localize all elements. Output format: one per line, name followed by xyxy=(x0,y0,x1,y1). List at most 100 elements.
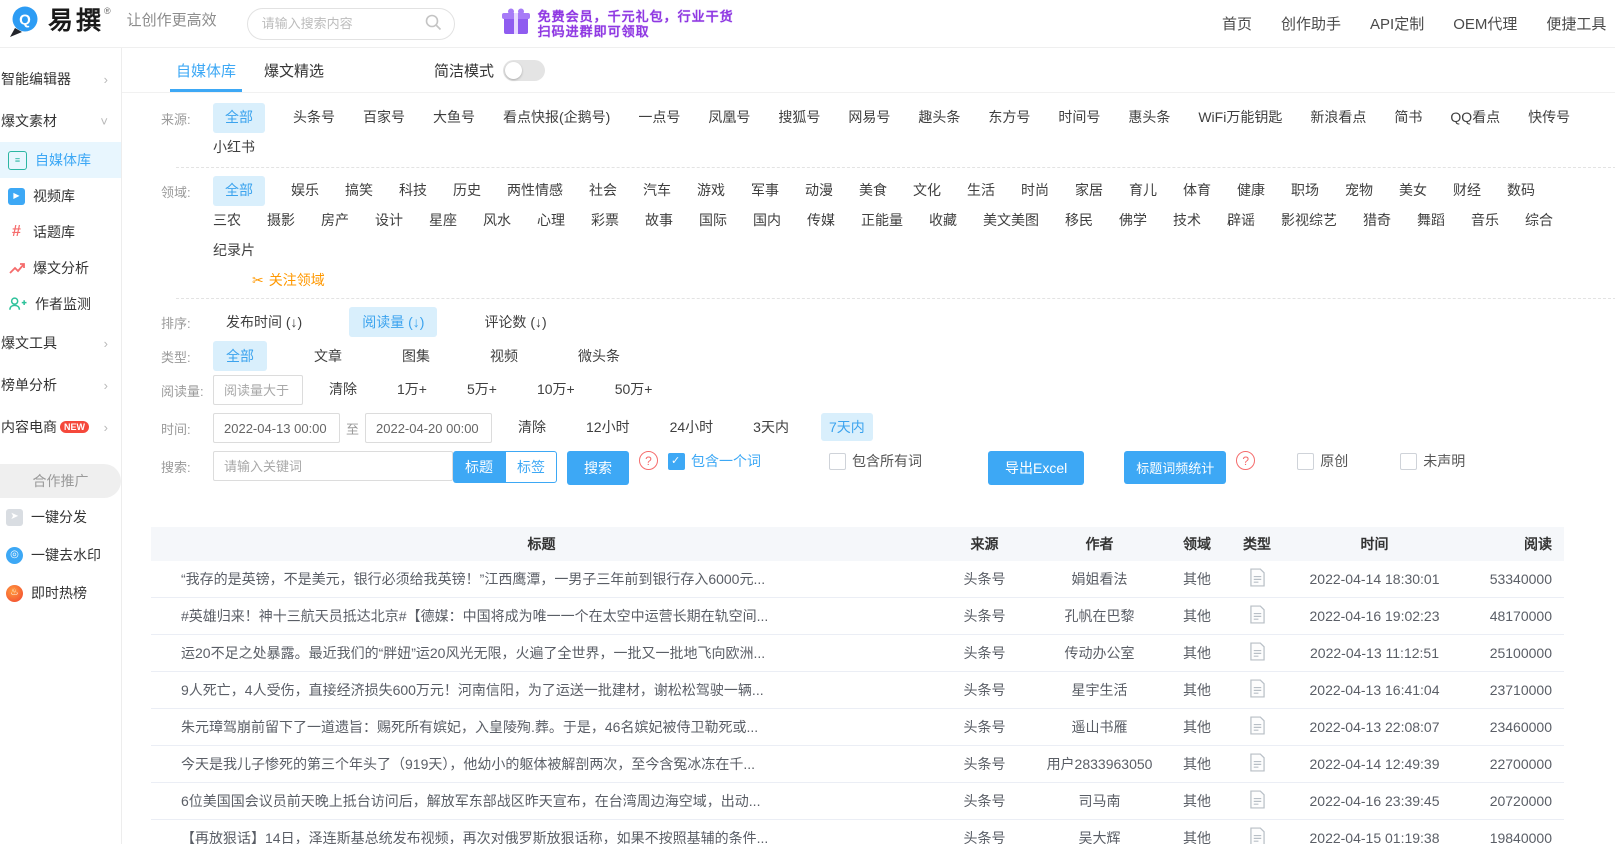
domain-option[interactable]: 国内 xyxy=(753,206,781,236)
domain-option[interactable]: 三农 xyxy=(213,206,241,236)
table-row[interactable]: 6位美国国会议员前天晚上抵台访问后，解放军东部战区昨天宣布，在台湾周边海空域，出… xyxy=(151,783,1564,820)
domain-option[interactable]: 财经 xyxy=(1453,176,1481,206)
row-title-link[interactable]: 朱元璋驾崩前留下了一道遗旨：赐死所有嫔妃，入皇陵殉.葬。于是，46名嫔妃被侍卫勒… xyxy=(181,717,758,737)
search-button[interactable]: 搜索 xyxy=(567,451,629,485)
reads-preset[interactable]: 1万+ xyxy=(389,375,435,403)
time-from-input[interactable] xyxy=(213,413,340,443)
sidebar-item-hot-material[interactable]: 爆文素材 ˅ xyxy=(0,100,121,142)
row-title-link[interactable]: 6位美国国会议员前天晚上抵台访问后，解放军东部战区昨天宣布，在台湾周边海空域，出… xyxy=(181,791,760,811)
domain-option[interactable]: 游戏 xyxy=(697,176,725,206)
sidebar-item-realtime-hotlist[interactable]: ♨ 即时热榜 xyxy=(0,574,121,612)
time-preset[interactable]: 3天内 xyxy=(745,413,797,441)
row-title-link[interactable]: 【再放狠话】14日，泽连斯基总统发布视频，再次对俄罗斯放狠话称，如果不按照基辅的… xyxy=(181,828,768,844)
domain-option[interactable]: 职场 xyxy=(1291,176,1319,206)
domain-option[interactable]: 影视综艺 xyxy=(1281,206,1337,236)
follow-domains-link[interactable]: ✂ 关注领域 xyxy=(252,270,1615,290)
sidebar-item-topic-library[interactable]: # 话题库 xyxy=(0,214,121,250)
sidebar-item-content-ecommerce[interactable]: 内容电商 NEW › xyxy=(0,406,121,448)
help-icon[interactable]: ? xyxy=(639,451,658,470)
undeclared-checkbox[interactable] xyxy=(1400,452,1418,470)
reads-preset[interactable]: 清除 xyxy=(321,375,365,403)
domain-option[interactable]: 军事 xyxy=(751,176,779,206)
domain-option[interactable]: 音乐 xyxy=(1471,206,1499,236)
source-option[interactable]: QQ看点 xyxy=(1450,103,1500,133)
row-author[interactable]: 吴大辉 xyxy=(1037,828,1162,844)
sort-option[interactable]: 阅读量 (↓) xyxy=(349,307,438,337)
domain-option[interactable]: 彩票 xyxy=(591,206,619,236)
logo[interactable]: Q 易撰 ® 让创作更高效 xyxy=(0,4,217,43)
sidebar-item-media-library[interactable]: ≡ 自媒体库 xyxy=(0,142,121,178)
row-author[interactable]: 星宇生活 xyxy=(1037,680,1162,700)
table-row[interactable]: “我存的是英镑，不是美元，银行必须给我英镑！”江西鹰潭，一男子三年前到银行存入6… xyxy=(151,561,1564,598)
row-title-link[interactable]: #英雄归来！神十三航天员抵达北京#【德媒：中国将成为唯一一个在太空中运营长期在轨… xyxy=(181,606,768,626)
type-option[interactable]: 图集 xyxy=(389,341,443,371)
source-option[interactable]: 全部 xyxy=(213,103,265,133)
sidebar-item-smart-editor[interactable]: 智能编辑器 › xyxy=(0,58,121,100)
contain-all-checkbox[interactable] xyxy=(829,452,846,470)
source-option[interactable]: 大鱼号 xyxy=(433,103,475,133)
domain-option[interactable]: 时尚 xyxy=(1021,176,1049,206)
search-mode-title-button[interactable]: 标题 xyxy=(453,451,505,483)
domain-option[interactable]: 正能量 xyxy=(861,206,903,236)
sort-option[interactable]: 评论数 (↓) xyxy=(471,307,559,337)
domain-option[interactable]: 综合 xyxy=(1525,206,1553,236)
source-option[interactable]: 看点快报(企鹅号) xyxy=(503,103,610,133)
source-option[interactable]: 搜狐号 xyxy=(778,103,820,133)
domain-option[interactable]: 社会 xyxy=(589,176,617,206)
domain-option[interactable]: 技术 xyxy=(1173,206,1201,236)
title-word-frequency-button[interactable]: 标题词频统计 xyxy=(1124,451,1227,484)
domain-option[interactable]: 汽车 xyxy=(643,176,671,206)
domain-option[interactable]: 纪录片 xyxy=(213,236,255,266)
source-option[interactable]: 东方号 xyxy=(988,103,1030,133)
table-row[interactable]: #英雄归来！神十三航天员抵达北京#【德媒：中国将成为唯一一个在太空中运营长期在轨… xyxy=(151,598,1564,635)
domain-option[interactable]: 生活 xyxy=(967,176,995,206)
domain-option[interactable]: 历史 xyxy=(453,176,481,206)
type-option[interactable]: 全部 xyxy=(213,341,267,371)
table-row[interactable]: 朱元璋驾崩前留下了一道遗旨：赐死所有嫔妃，入皇陵殉.葬。于是，46名嫔妃被侍卫勒… xyxy=(151,709,1564,746)
nav-api-custom[interactable]: API定制 xyxy=(1370,13,1424,34)
row-author[interactable]: 娟姐看法 xyxy=(1037,569,1162,589)
domain-option[interactable]: 娱乐 xyxy=(291,176,319,206)
row-title-link[interactable]: 今天是我儿子惨死的第三个年头了（919天），他幼小的躯体被解剖两次，至今含冤冰冻… xyxy=(181,754,755,774)
original-checkbox[interactable] xyxy=(1297,452,1315,470)
nav-creation-assistant[interactable]: 创作助手 xyxy=(1281,13,1341,34)
promo-banner[interactable]: 免费会员，千元礼包，行业干货 扫码进群即可领取 xyxy=(501,7,734,40)
row-title-link[interactable]: “我存的是英镑，不是美元，银行必须给我英镑！”江西鹰潭，一男子三年前到银行存入6… xyxy=(181,569,765,589)
source-option[interactable]: 时间号 xyxy=(1058,103,1100,133)
source-option[interactable]: 快传号 xyxy=(1528,103,1570,133)
row-author[interactable]: 遥山书雁 xyxy=(1037,717,1162,737)
row-author[interactable]: 孔帆在巴黎 xyxy=(1037,606,1162,626)
table-row[interactable]: 【再放狠话】14日，泽连斯基总统发布视频，再次对俄罗斯放狠话称，如果不按照基辅的… xyxy=(151,820,1564,844)
row-author[interactable]: 用户2833963050 xyxy=(1037,754,1162,774)
source-option[interactable]: 网易号 xyxy=(848,103,890,133)
row-title-link[interactable]: 9人死亡，4人受伤，直接经济损失600万元！河南信阳，为了运送一批建材，谢松松驾… xyxy=(181,680,764,700)
source-option[interactable]: 百家号 xyxy=(363,103,405,133)
sidebar-item-hot-analysis[interactable]: 爆文分析 xyxy=(0,250,121,286)
domain-option[interactable]: 移民 xyxy=(1065,206,1093,236)
domain-option[interactable]: 传媒 xyxy=(807,206,835,236)
time-to-input[interactable] xyxy=(365,413,493,443)
domain-option[interactable]: 文化 xyxy=(913,176,941,206)
type-option[interactable]: 视频 xyxy=(477,341,531,371)
domain-option[interactable]: 数码 xyxy=(1507,176,1535,206)
domain-option[interactable]: 全部 xyxy=(213,176,265,206)
source-option[interactable]: 惠头条 xyxy=(1128,103,1170,133)
source-option[interactable]: 一点号 xyxy=(638,103,680,133)
domain-option[interactable]: 房产 xyxy=(321,206,349,236)
domain-option[interactable]: 风水 xyxy=(483,206,511,236)
domain-option[interactable]: 两性情感 xyxy=(507,176,563,206)
domain-option[interactable]: 设计 xyxy=(375,206,403,236)
domain-option[interactable]: 家居 xyxy=(1075,176,1103,206)
tab-hot-picks[interactable]: 爆文精选 xyxy=(264,48,324,92)
row-author[interactable]: 传动办公室 xyxy=(1037,643,1162,663)
nav-tools[interactable]: 便捷工具 xyxy=(1546,13,1606,34)
domain-option[interactable]: 国际 xyxy=(699,206,727,236)
sort-option[interactable]: 发布时间 (↓) xyxy=(213,307,315,337)
reads-preset[interactable]: 5万+ xyxy=(459,375,505,403)
source-option[interactable]: 头条号 xyxy=(293,103,335,133)
source-option[interactable]: 趣头条 xyxy=(918,103,960,133)
domain-option[interactable]: 心理 xyxy=(537,206,565,236)
domain-option[interactable]: 舞蹈 xyxy=(1417,206,1445,236)
search-mode-tag-button[interactable]: 标签 xyxy=(505,451,557,483)
domain-option[interactable]: 佛学 xyxy=(1119,206,1147,236)
